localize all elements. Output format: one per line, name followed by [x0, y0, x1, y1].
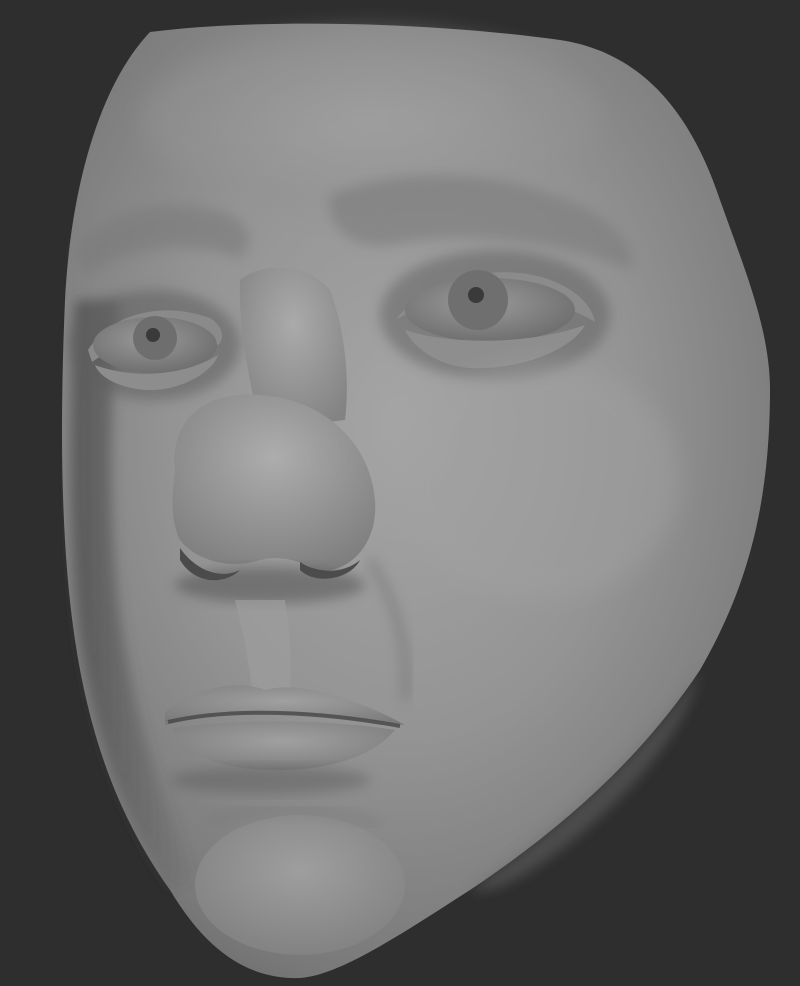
right-pupil — [468, 287, 484, 303]
lower-lip-shadow — [170, 766, 370, 794]
nose-under-shadow — [175, 567, 365, 603]
left-pupil — [146, 328, 160, 342]
right-cheek-highlight — [400, 360, 680, 600]
sculpt-render — [62, 23, 770, 979]
chin — [195, 815, 405, 955]
viewport-canvas — [0, 0, 800, 986]
